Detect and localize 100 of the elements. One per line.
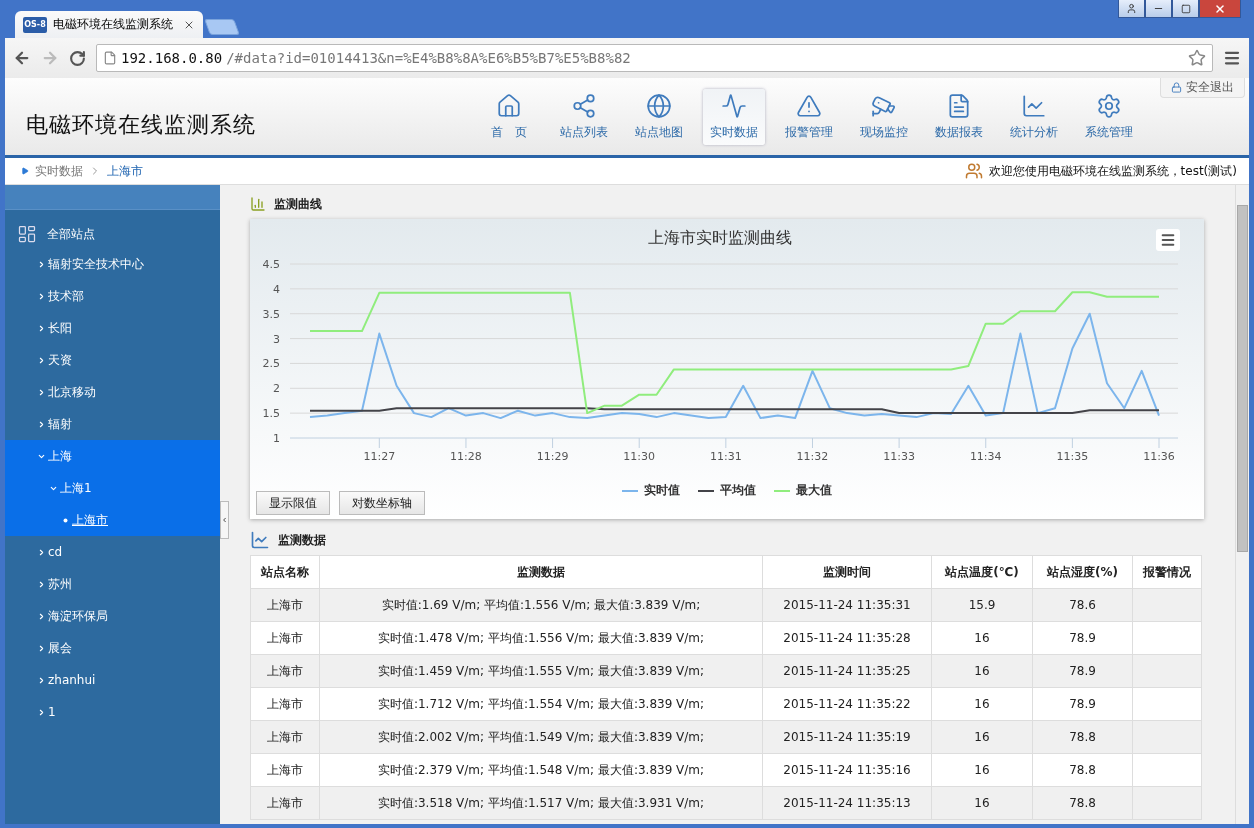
tree-item[interactable]: 上海市: [72, 511, 108, 529]
table-cell: 78.9: [1032, 654, 1133, 688]
axis-label: 1: [273, 432, 280, 445]
minimize-button[interactable]: [1145, 0, 1172, 18]
caret-icon[interactable]: [37, 643, 46, 653]
chart-button[interactable]: 对数坐标轴: [339, 491, 425, 515]
nav-icon: [496, 92, 522, 119]
caret-icon[interactable]: [37, 259, 46, 269]
caret-icon[interactable]: [37, 387, 46, 397]
tree-item[interactable]: 辐射安全技术中心: [48, 255, 144, 273]
nav-icon: [1021, 92, 1047, 119]
address-field[interactable]: 192.168.0.80 /#data?id=01014413&n=%E4%B8%8A%E6%B5%B7%E5%B8%82: [96, 44, 1213, 72]
legend-item[interactable]: 最大值: [774, 482, 832, 499]
star-icon[interactable]: [1188, 49, 1206, 67]
table-cell: 上海市: [250, 753, 320, 787]
column-header: 站点温度(℃): [931, 555, 1033, 589]
axis-label: 1.5: [262, 407, 280, 421]
new-tab-button[interactable]: [204, 19, 240, 35]
menu-icon[interactable]: [1223, 49, 1241, 67]
table-cell: 16: [931, 753, 1033, 787]
browser-tab[interactable]: OS-8 电磁环境在线监测系统: [15, 11, 203, 38]
back-icon[interactable]: [13, 49, 31, 67]
tree-item[interactable]: 1: [48, 705, 56, 719]
chart-icon: [250, 196, 266, 212]
caret-icon[interactable]: [37, 355, 46, 365]
reload-icon[interactable]: [69, 49, 86, 67]
axis-label: 4.5: [262, 258, 280, 271]
axis-label: 11:34: [969, 450, 1002, 463]
nav-item[interactable]: 站点列表: [553, 88, 615, 145]
legend-swatch-icon: [622, 489, 638, 492]
table-cell: 上海市: [250, 621, 320, 655]
table-cell: 2015-11-24 11:35:16: [762, 753, 932, 787]
caret-icon[interactable]: [37, 323, 46, 333]
caret-icon[interactable]: [37, 675, 46, 685]
caret-icon[interactable]: [37, 611, 46, 621]
maximize-button[interactable]: [1172, 0, 1199, 18]
table-cell: 上海市: [250, 687, 320, 721]
tree-item[interactable]: 辐射: [48, 415, 72, 433]
nav-item[interactable]: 系统管理: [1078, 88, 1140, 145]
maximize-icon: [1180, 3, 1191, 14]
breadcrumb-link[interactable]: 实时数据: [35, 162, 83, 180]
caret-icon[interactable]: [37, 547, 46, 557]
logout-link[interactable]: 安全退出: [1160, 78, 1245, 98]
close-button[interactable]: [1199, 0, 1241, 18]
column-header: 监测时间: [762, 555, 932, 589]
tree-item[interactable]: 北京移动: [48, 383, 96, 401]
nav-item[interactable]: 首 页: [478, 88, 540, 145]
nav-item[interactable]: 站点地图: [628, 88, 690, 145]
breadcrumb-link[interactable]: 上海市: [107, 162, 143, 180]
welcome-text: 欢迎您使用电磁环境在线监测系统，test(测试): [988, 162, 1237, 180]
table-cell: 上海市: [250, 588, 320, 622]
tree-item[interactable]: 展会: [48, 639, 72, 657]
table-cell: 实时值:2.002 V/m; 平均值:1.549 V/m; 最大值:3.839 V/m;: [319, 720, 763, 754]
axis-label: 4: [273, 282, 280, 296]
table-cell: 2015-11-24 11:35:31: [762, 588, 932, 622]
close-icon: [1214, 2, 1226, 15]
axis-label: 3: [273, 332, 280, 346]
nav-item[interactable]: 现场监控: [853, 88, 915, 145]
user-button[interactable]: [1118, 0, 1145, 18]
triangle-icon: [21, 167, 29, 175]
caret-icon[interactable]: [37, 707, 46, 717]
tree-root[interactable]: 全部站点: [47, 225, 95, 243]
tree-item[interactable]: 技术部: [48, 287, 84, 305]
axis-label: 11:29: [536, 450, 569, 463]
legend-item[interactable]: 实时值: [622, 482, 680, 499]
nav-item[interactable]: 实时数据: [703, 88, 765, 145]
tree-item[interactable]: 苏州: [48, 575, 72, 593]
column-header: 报警情况: [1132, 555, 1202, 589]
caret-icon[interactable]: [37, 291, 46, 301]
menu-icon: [1160, 232, 1176, 248]
scrollbar[interactable]: [1237, 205, 1248, 552]
tree-item[interactable]: zhanhui: [48, 673, 96, 687]
tree-item[interactable]: 海淀环保局: [48, 607, 108, 625]
tree-item[interactable]: 天资: [48, 351, 72, 369]
section-title: 监测曲线: [274, 195, 322, 213]
legend-item[interactable]: 平均值: [698, 482, 756, 499]
table-cell: 上海市: [250, 720, 320, 754]
chevron-left-icon: [221, 516, 228, 524]
table-cell: 实时值:1.478 V/m; 平均值:1.556 V/m; 最大值:3.839 V/m;: [319, 621, 763, 655]
table-cell: 78.8: [1032, 786, 1133, 820]
collapse-handle[interactable]: [220, 501, 229, 539]
table-cell: 15.9: [931, 588, 1033, 622]
axis-label: 11:33: [883, 450, 915, 463]
tree-item[interactable]: 上海: [48, 447, 72, 465]
table-cell: 实时值:1.459 V/m; 平均值:1.555 V/m; 最大值:3.839 V/m;: [319, 654, 763, 688]
chart-button[interactable]: 显示限值: [256, 491, 330, 515]
nav-icon: [946, 92, 972, 119]
tree-item[interactable]: 上海1: [60, 479, 92, 497]
nav-item[interactable]: 报警管理: [778, 88, 840, 145]
table-cell: [1132, 687, 1202, 721]
nav-item[interactable]: 数据报表: [928, 88, 990, 145]
axis-label: 11:30: [623, 450, 656, 463]
caret-icon[interactable]: [37, 419, 46, 429]
tree-item[interactable]: cd: [48, 545, 63, 559]
column-header: 站点名称: [250, 555, 320, 589]
menu-button[interactable]: [1156, 229, 1180, 251]
caret-icon[interactable]: [37, 579, 46, 589]
tree-item[interactable]: 长阳: [48, 319, 72, 337]
nav-item[interactable]: 统计分析: [1003, 88, 1065, 145]
table-cell: [1132, 588, 1202, 622]
